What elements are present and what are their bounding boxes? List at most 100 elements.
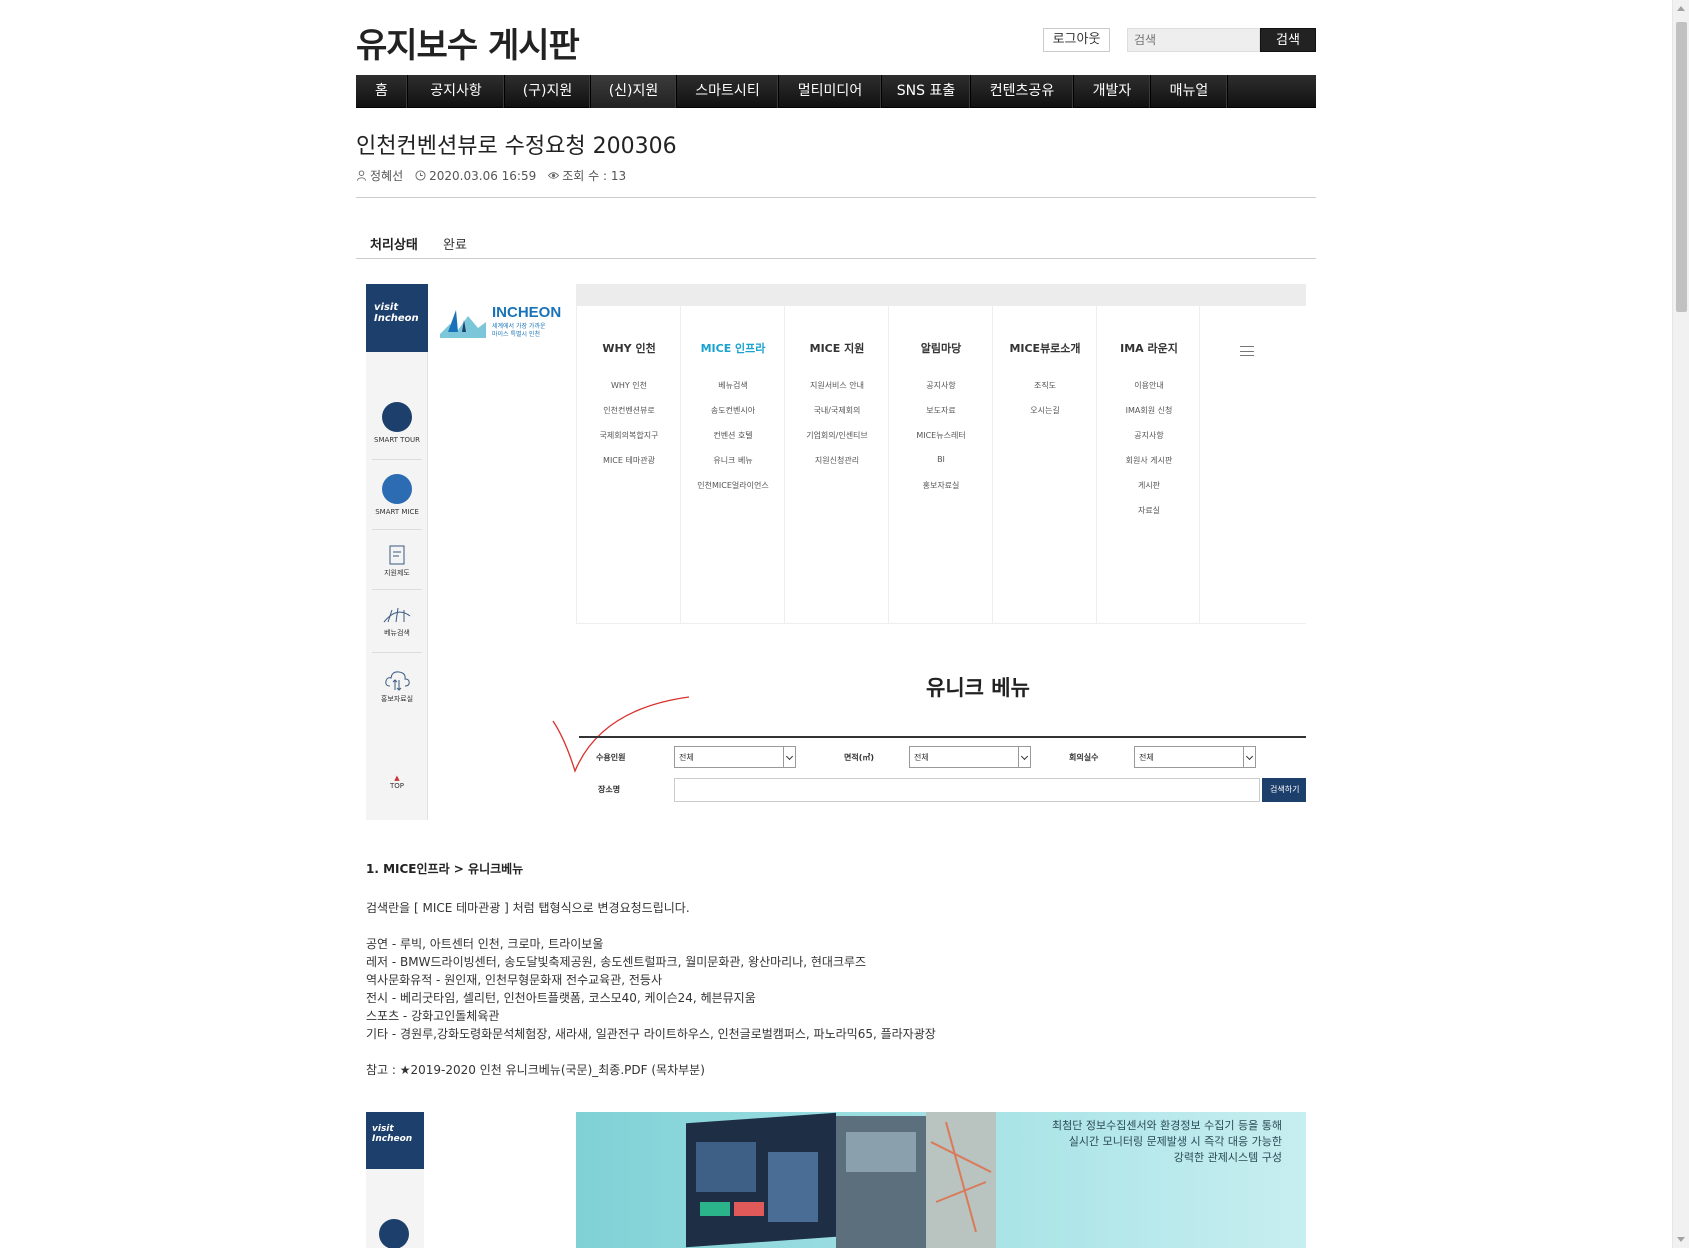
scroll-up-arrow[interactable] [1677, 6, 1685, 11]
venue-line: 스포츠 - 강화고인돌체육관 [366, 1009, 500, 1023]
menu-sub-item[interactable]: 공지사항 [889, 380, 993, 405]
menu-column-news: 알림마당 공지사항 보도자료 MICE뉴스레터 BI 홍보자료실 [888, 306, 992, 624]
nav-item-multimedia[interactable]: 멀티미디어 [779, 75, 882, 108]
nav-item-sns[interactable]: SNS 표출 [882, 75, 971, 108]
eye-icon [548, 172, 560, 179]
menu-sub-item[interactable]: 게시판 [1097, 480, 1201, 505]
menu-sub-item[interactable]: 지원신청관리 [785, 455, 889, 480]
search-button[interactable]: 검색 [1260, 28, 1316, 52]
venue-line: 공연 - 루빅, 아트센터 인천, 크로마, 트라이보울 [366, 937, 604, 951]
capacity-select[interactable]: 전체 [674, 746, 796, 768]
logo-sub-line: 마이스 특별시 인천 [492, 331, 540, 338]
quick-sidebar: visit Incheon [366, 1112, 424, 1248]
menu-sub-item[interactable]: 인천MICE얼라이언스 [681, 480, 785, 505]
menu-sub-item[interactable]: 컨벤션 호텔 [681, 430, 785, 455]
menu-sub-item[interactable]: 지원서비스 안내 [785, 380, 889, 405]
page-scrollbar[interactable] [1672, 0, 1689, 1248]
rooms-label: 회의실수 [1069, 753, 1099, 762]
user-icon [356, 170, 367, 181]
place-name-input[interactable] [674, 778, 1260, 802]
area-select-value: 전체 [914, 753, 929, 762]
site-title[interactable]: 유지보수 게시판 [356, 18, 580, 67]
attached-screenshot-1: visit Incheon SMART TOUR SMART MICE 지원제도… [366, 284, 1306, 820]
menu-sub-item[interactable]: 보도자료 [889, 405, 993, 430]
chevron-down-icon [1243, 747, 1255, 767]
menu-sub-item[interactable]: 조직도 [993, 380, 1097, 405]
divider [372, 459, 422, 460]
menu-sub-item[interactable]: 공지사항 [1097, 430, 1201, 455]
menu-sub-item[interactable]: 유니크 베뉴 [681, 455, 785, 480]
menu-column-support: MICE 지원 지원서비스 안내 국내/국제회의 기업회의/인센티브 지원신청관… [784, 306, 888, 624]
side-item-pr-materials: 홍보자료실 [366, 668, 428, 704]
status-value: 완료 [443, 238, 467, 253]
logout-button[interactable]: 로그아웃 [1043, 28, 1110, 52]
nav-item-developer[interactable]: 개발자 [1074, 75, 1151, 108]
divider [372, 589, 422, 590]
menu-sub-item[interactable]: WHY 인천 [577, 380, 681, 405]
menu-head[interactable]: MICE 인프라 [681, 340, 785, 356]
menu-sub-item[interactable]: 오시는길 [993, 405, 1097, 430]
nav-item-content-share[interactable]: 컨텐츠공유 [971, 75, 1074, 108]
nav-item-notice[interactable]: 공지사항 [408, 75, 505, 108]
banner-line: 실시간 모니터링 문제발생 시 즉각 대응 가능한 [1068, 1135, 1282, 1148]
post-content: 1. MICE인프라 > 유니크베뉴 검색란을 [ MICE 테마관광 ] 처럼… [366, 860, 1306, 1079]
incheon-skyline-icon [440, 310, 486, 338]
menu-head[interactable]: WHY 인천 [577, 340, 681, 356]
divider [372, 529, 422, 530]
nav-item-manual[interactable]: 매뉴얼 [1151, 75, 1228, 108]
menu-sub-item[interactable]: MICE뉴스레터 [889, 430, 993, 455]
scrollbar-thumb[interactable] [1676, 22, 1687, 312]
attached-screenshot-2: visit Incheon 최첨단 정보수집센서와 환경정보 수집기 등을 통해… [366, 1112, 1306, 1248]
control-system-banner: 최첨단 정보수집센서와 환경정보 수집기 등을 통해 실시간 모니터링 문제발생… [576, 1112, 1306, 1248]
visit-incheon-logo: visit Incheon [366, 284, 428, 352]
chevron-down-icon [783, 747, 795, 767]
menu-sub-item[interactable]: 국제회의복합지구 [577, 430, 681, 455]
menu-sub-item[interactable]: 기업회의/인센티브 [785, 430, 889, 455]
post-meta: 정혜선 2020.03.06 16:59 조회 수 : 13 [356, 167, 626, 184]
venue-search-button[interactable]: 검색하기 [1262, 778, 1306, 802]
menu-sub-item[interactable]: 자료실 [1097, 505, 1201, 530]
nav-item-smartcity[interactable]: 스마트시티 [677, 75, 779, 108]
rooms-select[interactable]: 전체 [1134, 746, 1256, 768]
menu-sub-item[interactable]: MICE 테마관광 [577, 455, 681, 480]
menu-sub-item[interactable]: 인천컨벤션뷰로 [577, 405, 681, 430]
logo-word: INCHEON [492, 304, 562, 321]
hamburger-menu-icon[interactable] [1240, 346, 1254, 356]
logo-text-visit: visit [374, 302, 399, 313]
menu-head[interactable]: MICE 지원 [785, 340, 889, 356]
rooms-select-value: 전체 [1139, 753, 1154, 762]
area-select[interactable]: 전체 [909, 746, 1031, 768]
side-item-label: 베뉴검색 [384, 629, 410, 637]
menu-sub-item[interactable]: 송도컨벤시아 [681, 405, 785, 430]
menu-sub-item[interactable]: 베뉴검색 [681, 380, 785, 405]
nav-item-new-support[interactable]: (신)지원 [591, 75, 677, 108]
venue-line: 기타 - 경원루,강화도령화문석체험장, 새라새, 일관전구 라이트하우스, 인… [366, 1027, 936, 1041]
airplane-icon [379, 1219, 409, 1248]
post-author[interactable]: 정혜선 [370, 167, 403, 184]
menu-sub-item[interactable]: 회원사 게시판 [1097, 455, 1201, 480]
clock-icon [415, 170, 426, 181]
nav-item-home[interactable]: 홈 [356, 75, 408, 108]
side-item-top: ▲ TOP [366, 774, 428, 790]
divider [372, 652, 422, 653]
menu-sub-item[interactable]: 홍보자료실 [889, 480, 993, 505]
monitor-dashboard-image [686, 1112, 996, 1248]
mega-menu: WHY 인천 WHY 인천 인천컨벤션뷰로 국제회의복합지구 MICE 테마관광… [576, 306, 1306, 624]
banner-line: 강력한 관제시스템 구성 [1173, 1151, 1282, 1164]
search-form-top-border [579, 736, 1306, 738]
scroll-down-arrow[interactable] [1677, 1237, 1685, 1242]
menu-head[interactable]: 알림마당 [889, 340, 993, 356]
menu-head[interactable]: MICE뷰로소개 [993, 340, 1097, 356]
status-label: 처리상태 [370, 238, 418, 253]
search-input[interactable] [1127, 28, 1260, 52]
menu-sub-item[interactable]: IMA회원 신청 [1097, 405, 1201, 430]
nav-item-old-support[interactable]: (구)지원 [505, 75, 591, 108]
menu-head[interactable]: IMA 라운지 [1097, 340, 1201, 356]
menu-sub-item[interactable]: 이용안내 [1097, 380, 1201, 405]
document-icon [389, 545, 405, 565]
menu-sub-item[interactable]: 국내/국제회의 [785, 405, 889, 430]
mice-icon [382, 474, 412, 504]
menu-sub-item[interactable]: BI [889, 455, 993, 480]
venue-line: 레저 - BMW드라이빙센터, 송도달빛축제공원, 송도센트럴파크, 월미문화관… [366, 955, 867, 969]
side-item-label: 지원제도 [384, 569, 410, 577]
